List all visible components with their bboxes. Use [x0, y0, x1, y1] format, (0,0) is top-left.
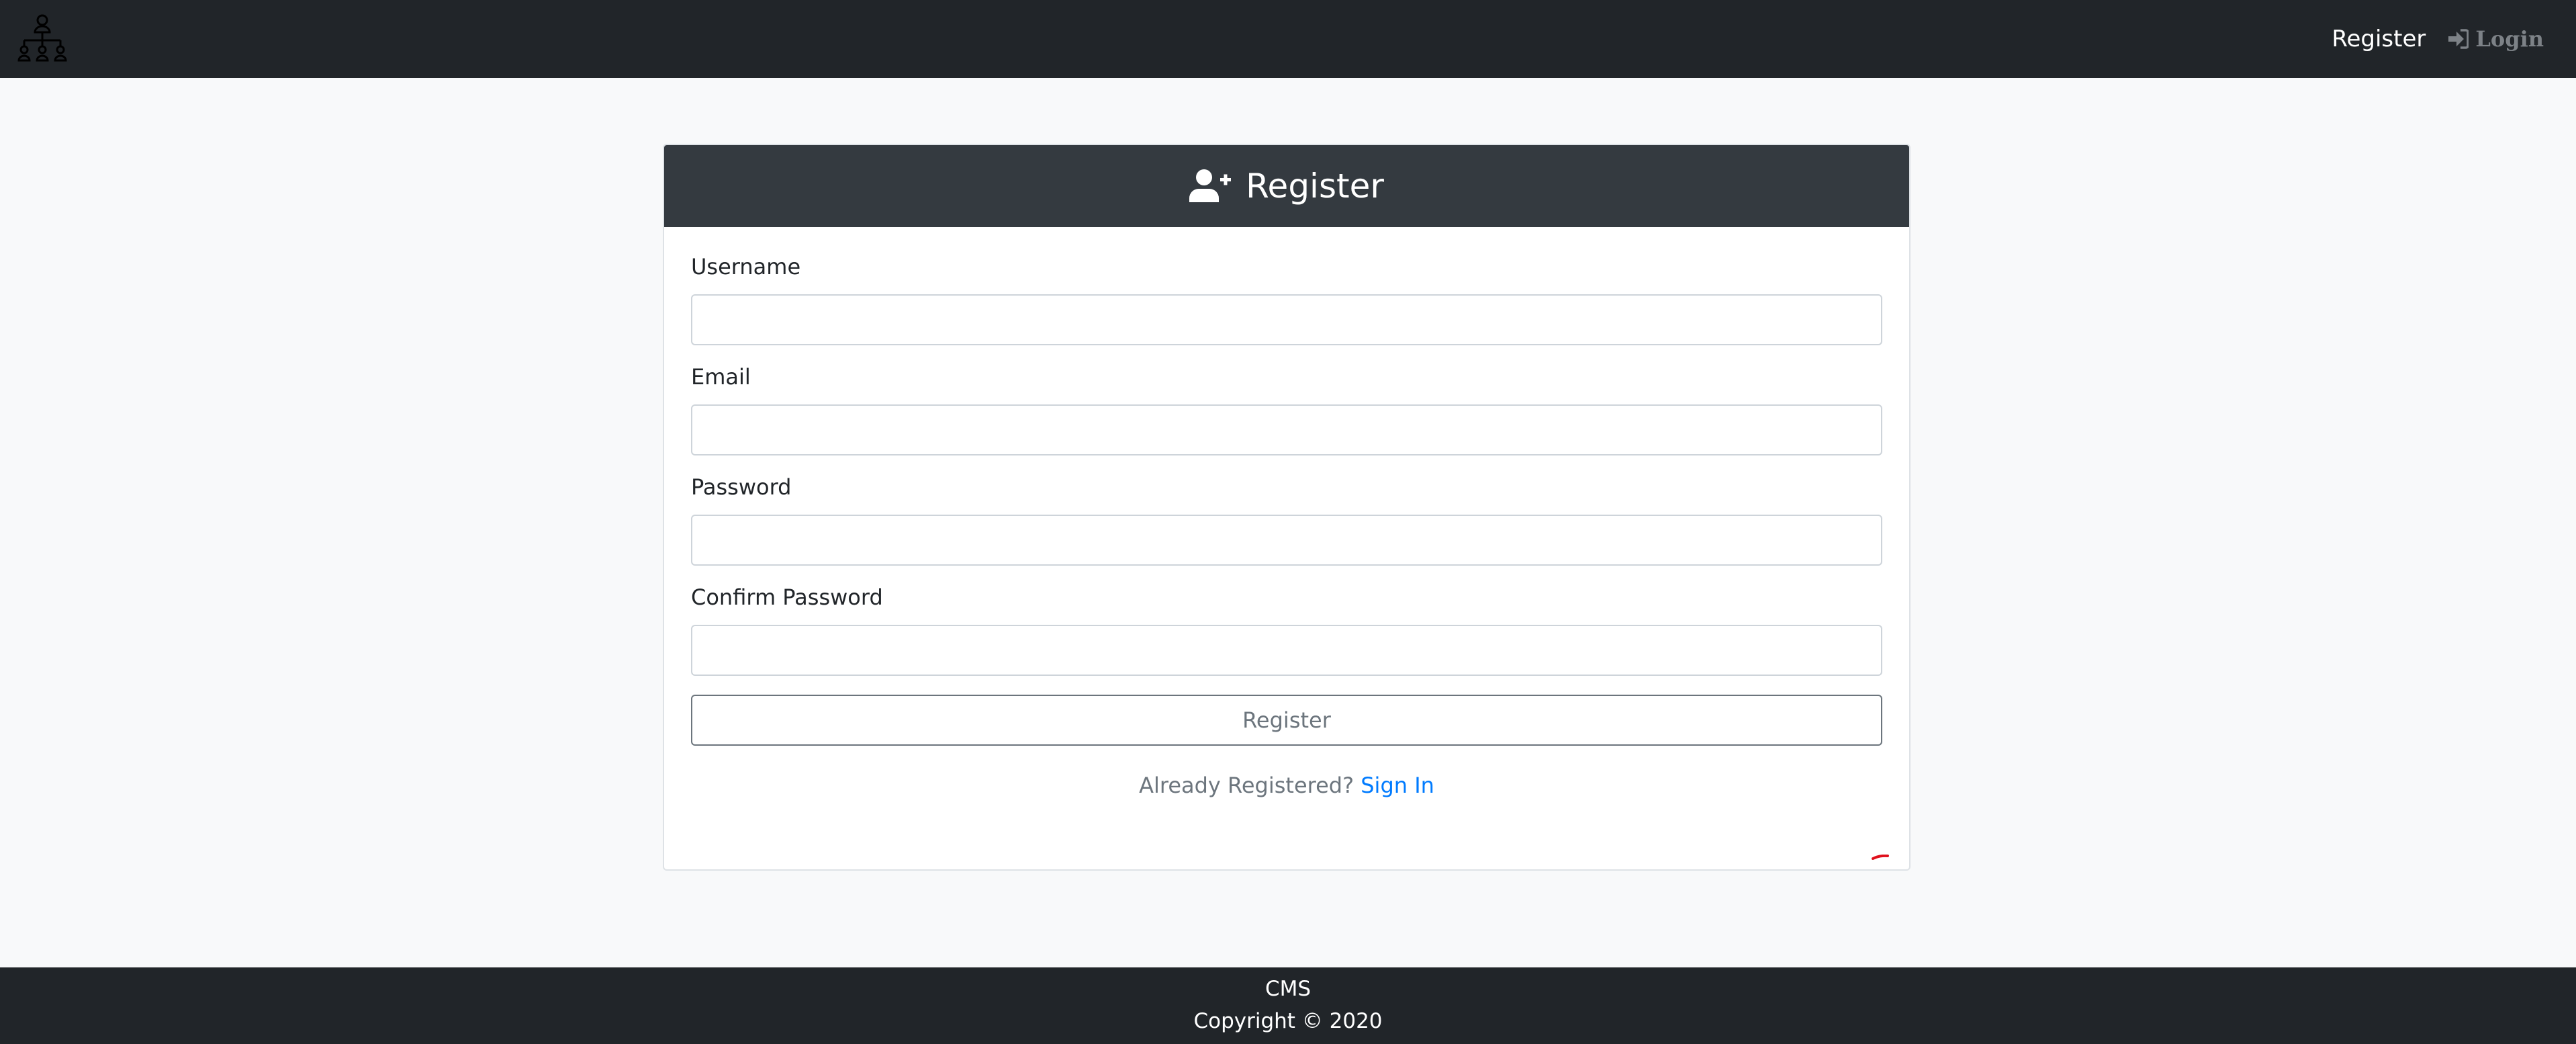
- signin-row: Already Registered? Sign In: [691, 773, 1882, 798]
- nav-links: Register Login: [2332, 0, 2544, 78]
- register-form: Username Email Password Confirm Password…: [664, 227, 1909, 798]
- nav-login-link[interactable]: Login: [2447, 26, 2544, 52]
- confirm-password-group: Confirm Password: [691, 584, 1882, 676]
- password-group: Password: [691, 474, 1882, 566]
- card-title: Register: [1246, 167, 1384, 206]
- page-footer: CMS Copyright © 2020: [0, 967, 2576, 1044]
- email-label: Email: [691, 364, 751, 390]
- already-registered-text: Already Registered?: [1139, 773, 1354, 798]
- username-input[interactable]: [691, 294, 1882, 345]
- confirm-password-input[interactable]: [691, 625, 1882, 676]
- username-group: Username: [691, 254, 1882, 345]
- nav-login-label: Login: [2475, 26, 2544, 52]
- register-submit-button[interactable]: Register: [691, 695, 1882, 746]
- red-mark-icon: [1872, 855, 1889, 860]
- card-header: Register: [664, 145, 1909, 227]
- sign-in-link[interactable]: Sign In: [1361, 773, 1434, 798]
- email-group: Email: [691, 364, 1882, 455]
- footer-brand: CMS: [1264, 977, 1312, 1001]
- footer-copyright: Copyright © 2020: [1193, 1009, 1383, 1033]
- password-input[interactable]: [691, 515, 1882, 566]
- email-input[interactable]: [691, 404, 1882, 455]
- hierarchy-icon[interactable]: [16, 12, 68, 63]
- nav-register-link[interactable]: Register: [2332, 26, 2426, 52]
- password-label: Password: [691, 474, 792, 500]
- top-navbar: Register Login: [0, 0, 2576, 78]
- sign-in-icon: [2448, 29, 2469, 49]
- register-card: Register Username Email Password Confirm…: [663, 144, 1911, 871]
- username-label: Username: [691, 254, 801, 279]
- confirm-password-label: Confirm Password: [691, 584, 883, 610]
- user-plus-icon: [1189, 169, 1232, 202]
